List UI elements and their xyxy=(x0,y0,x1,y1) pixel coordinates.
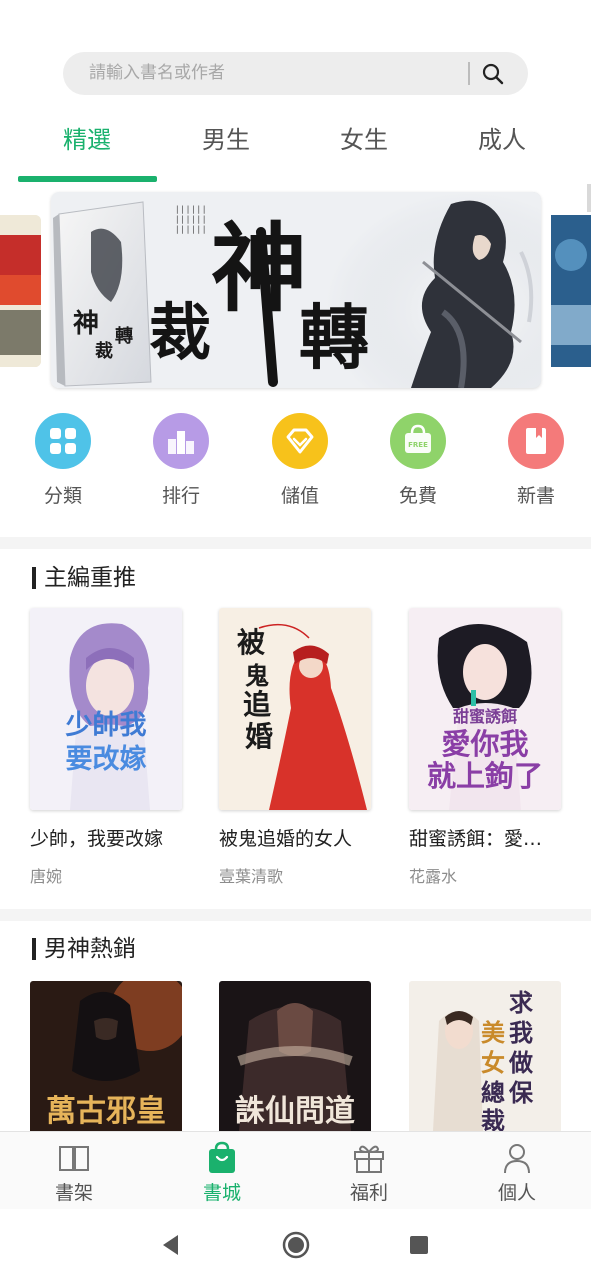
quick-nav-new-books[interactable]: 新書 xyxy=(491,413,581,508)
category-tabs: 精選 男生 女生 成人 xyxy=(0,112,591,182)
svg-text:美: 美 xyxy=(481,1018,505,1047)
book-title: 被鬼追婚的女人 xyxy=(219,828,353,850)
cover-title: 求 xyxy=(509,988,533,1017)
cover-title-line1: 少帥我 xyxy=(66,710,147,741)
book-author: 壹葉清歌 xyxy=(219,867,284,886)
tab-male[interactable]: 男生 xyxy=(166,112,286,168)
scroll-indicator xyxy=(587,184,591,212)
book-title: 少帥，我要改嫁 xyxy=(30,828,164,850)
svg-text:▏▏▏▏▏▏: ▏▏▏▏▏▏ xyxy=(177,225,209,234)
banner-prev-slide[interactable] xyxy=(0,215,41,367)
svg-text:神: 神 xyxy=(73,309,99,339)
cover-title-line2: 要改嫁 xyxy=(66,744,147,775)
svg-text:裁: 裁 xyxy=(95,340,113,362)
book-cover[interactable]: 萬古邪皇 xyxy=(30,981,182,1131)
book-card[interactable]: 被 鬼 追 婚 被鬼追婚的女人 壹葉清歌 xyxy=(219,608,371,887)
quick-nav-free[interactable]: FREE 免費 xyxy=(373,413,463,508)
book-cover[interactable]: 甜蜜誘餌 愛你我 就上鉤了 xyxy=(409,608,561,810)
quick-nav-ranking[interactable]: 排行 xyxy=(136,413,226,508)
book-cover[interactable]: 誅仙問道 xyxy=(219,981,371,1131)
quick-nav-label: 新書 xyxy=(516,485,555,507)
recents-icon[interactable] xyxy=(409,1235,429,1255)
cover-title: 被 xyxy=(237,626,265,659)
search-input[interactable]: 請輸入書名或作者 xyxy=(89,52,225,95)
bottom-tab-label: 個人 xyxy=(497,1182,536,1204)
section-divider xyxy=(0,909,591,921)
book-card[interactable]: 甜蜜誘餌 愛你我 就上鉤了 甜蜜誘餌：愛妳我就上鉤了 花露水 xyxy=(409,608,561,887)
bottom-tab-label: 書城 xyxy=(202,1182,241,1204)
quick-nav-label: 儲值 xyxy=(280,485,319,507)
svg-text:裁: 裁 xyxy=(149,296,211,369)
svg-text:▏▏▏▏▏▏: ▏▏▏▏▏▏ xyxy=(177,205,209,214)
svg-text:鬼: 鬼 xyxy=(245,661,269,690)
svg-text:追: 追 xyxy=(243,688,272,721)
bottom-tab-bookshelf[interactable]: 書架 xyxy=(24,1132,124,1210)
diamond-icon xyxy=(272,413,328,469)
quick-nav-label: 排行 xyxy=(161,485,200,507)
cover-subtitle: 甜蜜誘餌 xyxy=(453,707,517,726)
section-title-male-bestsellers: 男神熱銷 xyxy=(32,936,136,962)
quick-nav-label: 免費 xyxy=(398,485,437,507)
book-author: 唐婉 xyxy=(30,867,63,886)
cover-title-line2: 就上鉤了 xyxy=(427,759,543,793)
svg-text:▏▏▏▏▏▏: ▏▏▏▏▏▏ xyxy=(177,215,209,224)
section-title-editor-picks: 主編重推 xyxy=(32,565,136,591)
book-cover[interactable]: 少帥我 要改嫁 xyxy=(30,608,182,810)
svg-text:做: 做 xyxy=(508,1048,533,1077)
cover-title: 誅仙問道 xyxy=(235,1094,355,1129)
search-divider xyxy=(468,62,470,85)
svg-text:總: 總 xyxy=(481,1078,505,1107)
quick-nav-category[interactable]: 分類 xyxy=(18,413,108,508)
tab-active-indicator xyxy=(18,176,157,182)
free-badge-text: FREE xyxy=(408,441,428,449)
bottom-tab-bar: 書架 書城 福利 個人 xyxy=(0,1131,591,1209)
svg-text:婚: 婚 xyxy=(245,720,273,753)
bottom-tab-profile[interactable]: 個人 xyxy=(467,1132,567,1210)
free-bag-icon: FREE xyxy=(390,413,446,469)
shopping-bag-icon xyxy=(209,1141,235,1173)
section-divider xyxy=(0,537,591,549)
svg-text:裁: 裁 xyxy=(481,1106,505,1131)
cover-title-line1: 愛你我 xyxy=(441,727,528,761)
banner-next-slide[interactable] xyxy=(551,215,591,367)
bottom-tab-label: 書架 xyxy=(54,1182,93,1204)
svg-text:轉: 轉 xyxy=(115,325,133,347)
book-card[interactable]: 少帥我 要改嫁 少帥，我要改嫁 唐婉 xyxy=(30,608,182,887)
tab-featured[interactable]: 精選 xyxy=(27,112,147,168)
grid-icon xyxy=(35,413,91,469)
search-bar[interactable]: 請輸入書名或作者 xyxy=(63,52,528,95)
bottom-tab-bookstore[interactable]: 書城 xyxy=(172,1132,272,1210)
svg-text:保: 保 xyxy=(508,1078,534,1107)
svg-text:轉: 轉 xyxy=(299,296,369,379)
home-icon[interactable] xyxy=(282,1231,310,1259)
ranking-icon xyxy=(153,413,209,469)
tab-female[interactable]: 女生 xyxy=(304,112,424,168)
svg-text:女: 女 xyxy=(481,1048,505,1077)
book-cover[interactable]: 被 鬼 追 婚 xyxy=(219,608,371,810)
book-cover[interactable]: 求 我 做 保 美 女 總 裁 xyxy=(409,981,561,1131)
quick-nav-label: 分類 xyxy=(43,485,82,507)
book-open-icon xyxy=(59,1146,89,1171)
bookmark-icon xyxy=(508,413,564,469)
system-navigation-bar xyxy=(0,1209,591,1280)
quick-nav-recharge[interactable]: 儲值 xyxy=(255,413,345,508)
gift-icon xyxy=(354,1145,384,1173)
tab-adult[interactable]: 成人 xyxy=(442,112,562,168)
bottom-tab-benefits[interactable]: 福利 xyxy=(319,1132,419,1210)
cover-title: 萬古邪皇 xyxy=(46,1094,166,1129)
search-icon[interactable] xyxy=(481,62,505,86)
svg-text:我: 我 xyxy=(509,1018,533,1047)
person-icon xyxy=(504,1144,530,1174)
back-icon[interactable] xyxy=(160,1233,182,1257)
book-title: 甜蜜誘餌：愛妳我就上鉤了 xyxy=(409,828,561,850)
book-author: 花露水 xyxy=(409,867,458,886)
featured-banner[interactable]: 神 裁 轉 裁 神 轉 ▏▏▏▏▏▏ ▏▏▏▏▏▏ ▏▏▏▏▏▏ xyxy=(51,192,541,388)
bottom-tab-label: 福利 xyxy=(349,1182,388,1204)
